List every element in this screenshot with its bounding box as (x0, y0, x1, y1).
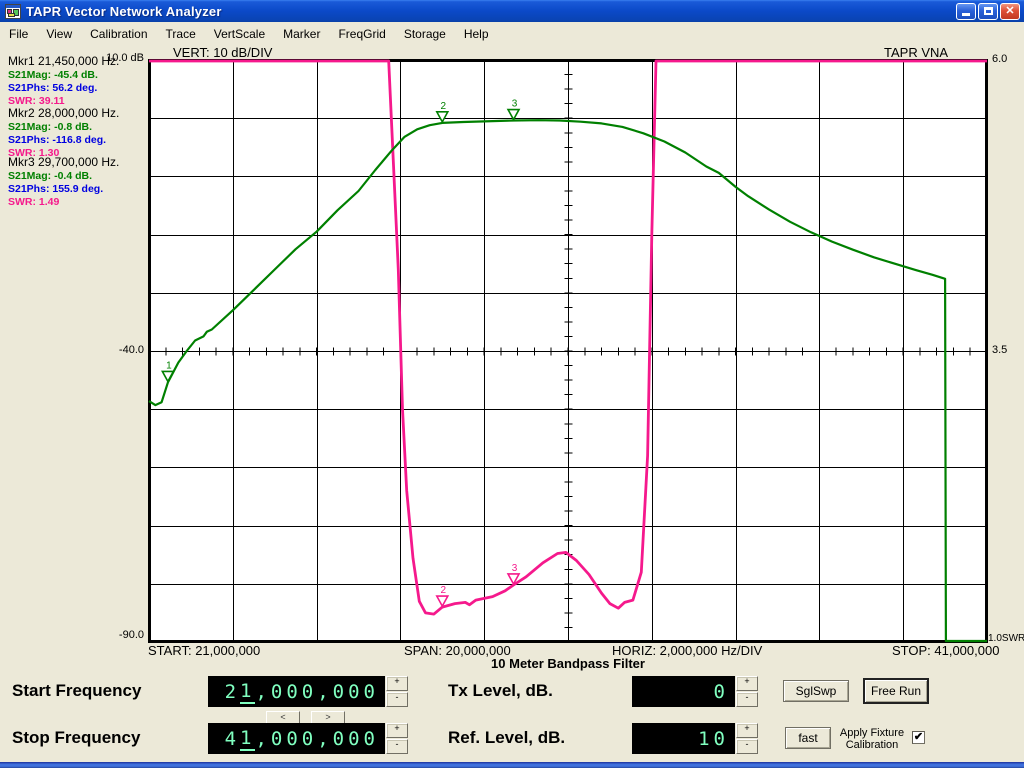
ref-level-spinner: + - (736, 723, 758, 754)
menu-vertscale[interactable]: VertScale (205, 24, 274, 44)
window-bottom-border (0, 762, 1024, 768)
svg-text:2: 2 (441, 585, 447, 596)
stop-value-post: ,000,000 (255, 727, 379, 750)
single-sweep-button[interactable]: SglSwp (783, 680, 849, 702)
marker2-freq: Mkr2 28,000,000 Hz. (8, 106, 120, 120)
brand-label: TAPR VNA (884, 45, 949, 60)
fast-button[interactable]: fast (785, 727, 831, 749)
stop-decrement-button[interactable]: - (386, 739, 408, 754)
menu-calibration[interactable]: Calibration (81, 24, 156, 44)
tx-decrement-button[interactable]: - (736, 692, 758, 707)
left-axis-mid-label: -40.0 (118, 344, 144, 356)
start-frequency-field[interactable]: 2 1,000,000 (208, 676, 385, 707)
marker3-freq: Mkr3 29,700,000 Hz. (8, 155, 120, 169)
ref-decrement-button[interactable]: - (736, 739, 758, 754)
maximize-button[interactable] (978, 3, 998, 20)
ref-increment-button[interactable]: + (736, 723, 758, 738)
svg-text:2: 2 (441, 101, 447, 112)
start-value-cursor: 1 (240, 679, 256, 704)
free-run-button[interactable]: Free Run (863, 678, 929, 704)
menu-marker[interactable]: Marker (274, 24, 329, 44)
stop-increment-button[interactable]: + (386, 723, 408, 738)
minimize-button[interactable] (956, 3, 976, 20)
marker3-swr: SWR: 1.49 (8, 196, 60, 208)
marker2-s21mag: S21Mag: -0.8 dB. (8, 121, 93, 133)
stop-frequency-spinner: + - (386, 723, 408, 754)
menu-freqgrid[interactable]: FreqGrid (329, 24, 394, 44)
window-title: TAPR Vector Network Analyzer (26, 3, 222, 19)
title-bar[interactable]: TAPR Vector Network Analyzer ✕ (0, 0, 1024, 22)
marker3-s21phs: S21Phs: 155.9 deg. (8, 183, 104, 195)
stop-frequency-field[interactable]: 4 1,000,000 (208, 723, 385, 754)
tx-level-field[interactable]: 0 (632, 676, 735, 707)
stop-value-pre: 4 (224, 727, 241, 750)
ref-level-label: Ref. Level, dB. (448, 728, 566, 747)
menu-bar: File View Calibration Trace VertScale Ma… (0, 22, 1024, 45)
marker1-s21mag: S21Mag: -45.4 dB. (8, 69, 98, 81)
start-frequency-label: Start Frequency (12, 681, 142, 700)
apply-fixture-line2: Calibration (845, 739, 899, 751)
marker3-s21mag: S21Mag: -0.4 dB. (8, 170, 93, 182)
menu-file[interactable]: File (0, 24, 37, 44)
menu-storage[interactable]: Storage (395, 24, 455, 44)
start-increment-button[interactable]: + (386, 676, 408, 691)
start-value-post: ,000,000 (255, 680, 379, 703)
menu-trace[interactable]: Trace (157, 24, 205, 44)
start-value-pre: 2 (224, 680, 241, 703)
marker3-readout: Mkr3 29,700,000 Hz. S21Mag: -0.4 dB. S21… (8, 155, 148, 209)
app-icon (5, 3, 21, 19)
svg-text:3: 3 (512, 99, 518, 110)
left-axis-bottom-label: -90.0 (118, 629, 144, 641)
left-axis-top-label: 10.0 dB (106, 52, 144, 64)
marker1-s21phs: S21Phs: 56.2 deg. (8, 82, 98, 94)
stop-value-cursor: 1 (240, 726, 256, 751)
right-axis-top-label: 6.0 (992, 53, 1008, 65)
ref-level-field[interactable]: 10 (632, 723, 735, 754)
apply-fixture-line1: Apply Fixture (839, 727, 905, 739)
svg-text:1: 1 (166, 360, 172, 371)
menu-view[interactable]: View (37, 24, 81, 44)
ref-value: 10 (698, 727, 729, 750)
plot-area: 1 2 3 2 3 (148, 59, 988, 643)
start-frequency-spinner: + - (386, 676, 408, 707)
tx-level-label: Tx Level, dB. (448, 681, 553, 700)
tx-level-spinner: + - (736, 676, 758, 707)
marker2-s21phs: S21Phs: -116.8 deg. (8, 134, 107, 146)
apply-fixture-calibration-label: Apply Fixture Calibration (834, 727, 910, 751)
right-axis-mid-label: 3.5 (992, 344, 1008, 356)
start-decrement-button[interactable]: - (386, 692, 408, 707)
marker2-readout: Mkr2 28,000,000 Hz. S21Mag: -0.8 dB. S21… (8, 106, 148, 160)
apply-fixture-calibration-checkbox[interactable]: ✔ (912, 731, 925, 744)
vert-scale-label: VERT: 10 dB/DIV (173, 45, 273, 60)
close-button[interactable]: ✕ (1000, 3, 1020, 20)
svg-text:3: 3 (512, 563, 518, 574)
vna-window: TAPR Vector Network Analyzer ✕ File View… (0, 0, 1024, 768)
stop-frequency-label: Stop Frequency (12, 728, 141, 747)
chart-title: 10 Meter Bandpass Filter (491, 656, 645, 671)
tx-value: 0 (713, 680, 729, 703)
menu-help[interactable]: Help (455, 24, 498, 44)
tx-increment-button[interactable]: + (736, 676, 758, 691)
